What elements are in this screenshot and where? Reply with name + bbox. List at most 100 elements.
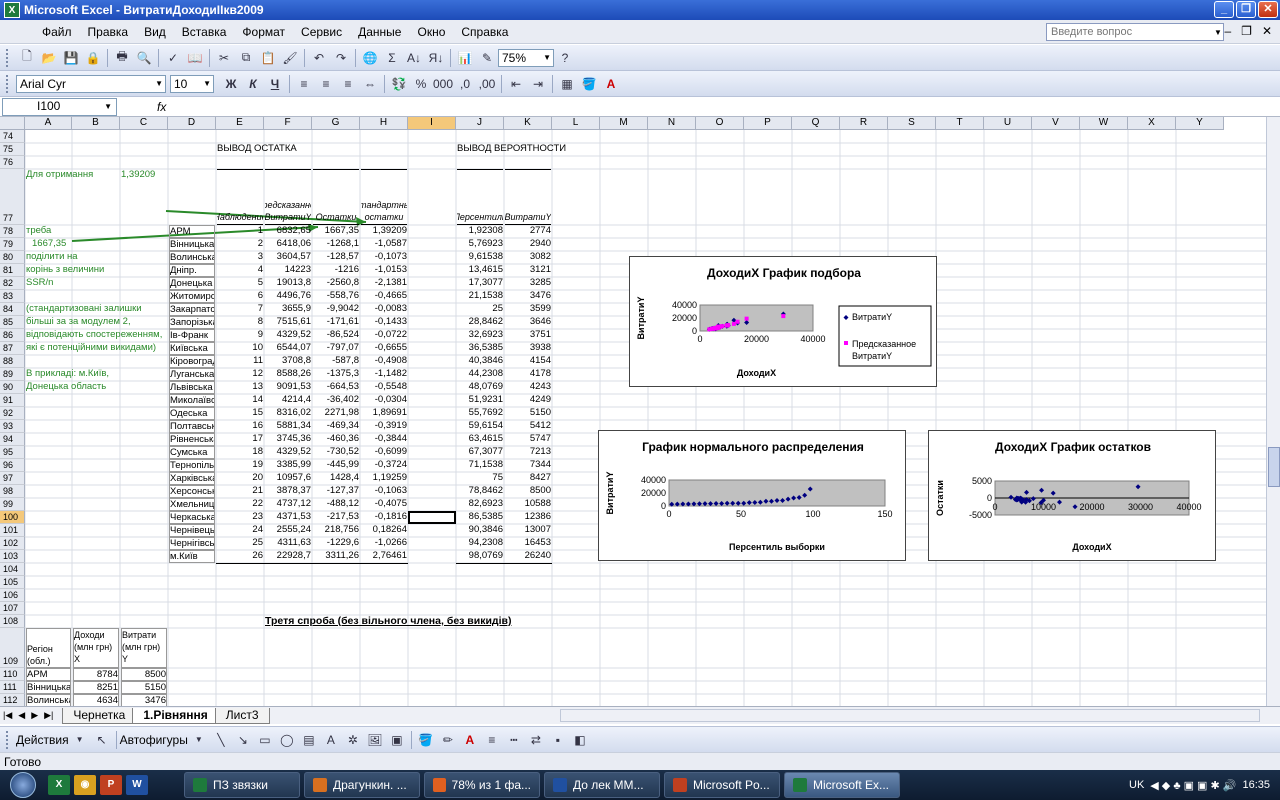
wordart-icon[interactable]: A (320, 730, 342, 750)
increase-decimal-icon[interactable]: ,0 (454, 74, 476, 94)
row-header-81[interactable]: 81 (0, 264, 25, 277)
permission-icon[interactable]: 🔒 (82, 48, 104, 68)
zoom-select[interactable]: 75% ▼ (498, 48, 554, 67)
row-header-105[interactable]: 105 (0, 576, 25, 589)
row-header-77[interactable]: 77 (0, 169, 25, 225)
row-header-112[interactable]: 112 (0, 694, 25, 706)
fill-color-icon[interactable]: 🪣 (415, 730, 437, 750)
row-header-106[interactable]: 106 (0, 589, 25, 602)
decrease-indent-icon[interactable]: ⇤ (505, 74, 527, 94)
restore-button[interactable]: ❐ (1236, 1, 1256, 18)
row-header-101[interactable]: 101 (0, 524, 25, 537)
rectangle-icon[interactable]: ▭ (254, 730, 276, 750)
row-header-80[interactable]: 80 (0, 251, 25, 264)
row-header-79[interactable]: 79 (0, 238, 25, 251)
taskbar-item[interactable]: ПЗ звязки (184, 772, 300, 798)
column-header-i[interactable]: I (408, 117, 456, 130)
column-header-v[interactable]: V (1032, 117, 1080, 130)
column-header-b[interactable]: B (72, 117, 120, 130)
word-quicklaunch-icon[interactable]: W (126, 775, 148, 795)
chart-2[interactable]: График нормального распределения 0 50 100 15… (598, 430, 906, 561)
sort-asc-icon[interactable]: A↓ (403, 48, 425, 68)
line-icon[interactable]: ╲ (210, 730, 232, 750)
column-header-f[interactable]: F (264, 117, 312, 130)
scroll-thumb[interactable] (1268, 447, 1280, 487)
row-header-90[interactable]: 90 (0, 381, 25, 394)
chrome-quicklaunch-icon[interactable]: ◉ (74, 775, 96, 795)
drawing-icon[interactable]: ✎ (476, 48, 498, 68)
chart-3[interactable]: ДоходиX График остатков 0 10000 20000 30000 4… (928, 430, 1216, 561)
arrow-style-icon[interactable]: ⇄ (525, 730, 547, 750)
language-indicator[interactable]: UK (1129, 779, 1144, 791)
name-box[interactable]: I100 ▼ (2, 97, 117, 116)
fill-color-icon[interactable]: 🪣 (578, 74, 600, 94)
tab-chernetka[interactable]: Чернетка (62, 707, 137, 724)
arrow-icon[interactable]: ↘ (232, 730, 254, 750)
taskbar-item[interactable]: Microsoft Ex... (784, 772, 900, 798)
column-header-j[interactable]: J (456, 117, 504, 130)
column-header-w[interactable]: W (1080, 117, 1128, 130)
align-center-icon[interactable]: ≡ (315, 74, 337, 94)
column-header-s[interactable]: S (888, 117, 936, 130)
taskbar-item[interactable]: 78% из 1 фа... (424, 772, 540, 798)
row-header-107[interactable]: 107 (0, 602, 25, 615)
autoshapes-menu[interactable]: Автофигуры (120, 733, 188, 747)
italic-button[interactable]: К (242, 74, 264, 94)
row-header-78[interactable]: 78 (0, 225, 25, 238)
column-header-c[interactable]: C (120, 117, 168, 130)
powerpoint-quicklaunch-icon[interactable]: P (100, 775, 122, 795)
column-header-h[interactable]: H (360, 117, 408, 130)
3d-icon[interactable]: ◧ (569, 730, 591, 750)
autosum-icon[interactable]: Σ (381, 48, 403, 68)
select-pointer-icon[interactable]: ↖ (91, 730, 113, 750)
textbox-icon[interactable]: ▤ (298, 730, 320, 750)
column-header-g[interactable]: G (312, 117, 360, 130)
column-header-q[interactable]: Q (792, 117, 840, 130)
currency-icon[interactable]: 💱 (388, 74, 410, 94)
comma-style-icon[interactable]: 000 (432, 74, 454, 94)
row-header-85[interactable]: 85 (0, 316, 25, 329)
row-header-109[interactable]: 109 (0, 628, 25, 668)
row-header-84[interactable]: 84 (0, 303, 25, 316)
percent-icon[interactable]: % (410, 74, 432, 94)
align-right-icon[interactable]: ≡ (337, 74, 359, 94)
menu-item[interactable]: Формат (234, 25, 293, 39)
doc-close-button[interactable]: ✕ (1262, 24, 1272, 38)
decrease-decimal-icon[interactable]: ,00 (476, 74, 498, 94)
row-header-82[interactable]: 82 (0, 277, 25, 290)
hyperlink-icon[interactable]: 🌐 (359, 48, 381, 68)
column-header-m[interactable]: M (600, 117, 648, 130)
start-button[interactable] (0, 770, 46, 800)
column-header-x[interactable]: X (1128, 117, 1176, 130)
row-header-87[interactable]: 87 (0, 342, 25, 355)
menu-item[interactable]: Вид (136, 25, 174, 39)
row-header-111[interactable]: 111 (0, 681, 25, 694)
increase-indent-icon[interactable]: ⇥ (527, 74, 549, 94)
line-color-icon[interactable]: ✏ (437, 730, 459, 750)
doc-minimize-button[interactable]: – (1224, 24, 1231, 38)
chevron-down-icon[interactable]: ▼ (1214, 28, 1222, 37)
last-sheet-icon[interactable]: ▶| (41, 710, 56, 721)
menu-item[interactable]: Вставка (174, 25, 235, 39)
excel-quicklaunch-icon[interactable]: X (48, 775, 70, 795)
row-header-110[interactable]: 110 (0, 668, 25, 681)
merge-center-icon[interactable]: ⇔ (359, 74, 381, 94)
chart-wizard-icon[interactable]: 📊 (454, 48, 476, 68)
minimize-button[interactable]: _ (1214, 1, 1234, 18)
row-header-108[interactable]: 108 (0, 615, 25, 628)
line-style-icon[interactable]: ≡ (481, 730, 503, 750)
close-button[interactable]: ✕ (1258, 1, 1278, 18)
menu-item[interactable]: Окно (409, 25, 453, 39)
menu-item[interactable]: Сервис (293, 25, 350, 39)
actions-menu[interactable]: Действия (16, 733, 69, 747)
column-header-y[interactable]: Y (1176, 117, 1224, 130)
row-header-102[interactable]: 102 (0, 537, 25, 550)
column-header-n[interactable]: N (648, 117, 696, 130)
column-header-t[interactable]: T (936, 117, 984, 130)
row-header-83[interactable]: 83 (0, 290, 25, 303)
cut-icon[interactable]: ✂ (213, 48, 235, 68)
borders-icon[interactable]: ▦ (556, 74, 578, 94)
row-header-88[interactable]: 88 (0, 355, 25, 368)
chart-1[interactable]: ДоходиX График подбора 0 20000 40000 0 20000 4… (629, 256, 937, 387)
print-preview-icon[interactable]: 🔍 (133, 48, 155, 68)
